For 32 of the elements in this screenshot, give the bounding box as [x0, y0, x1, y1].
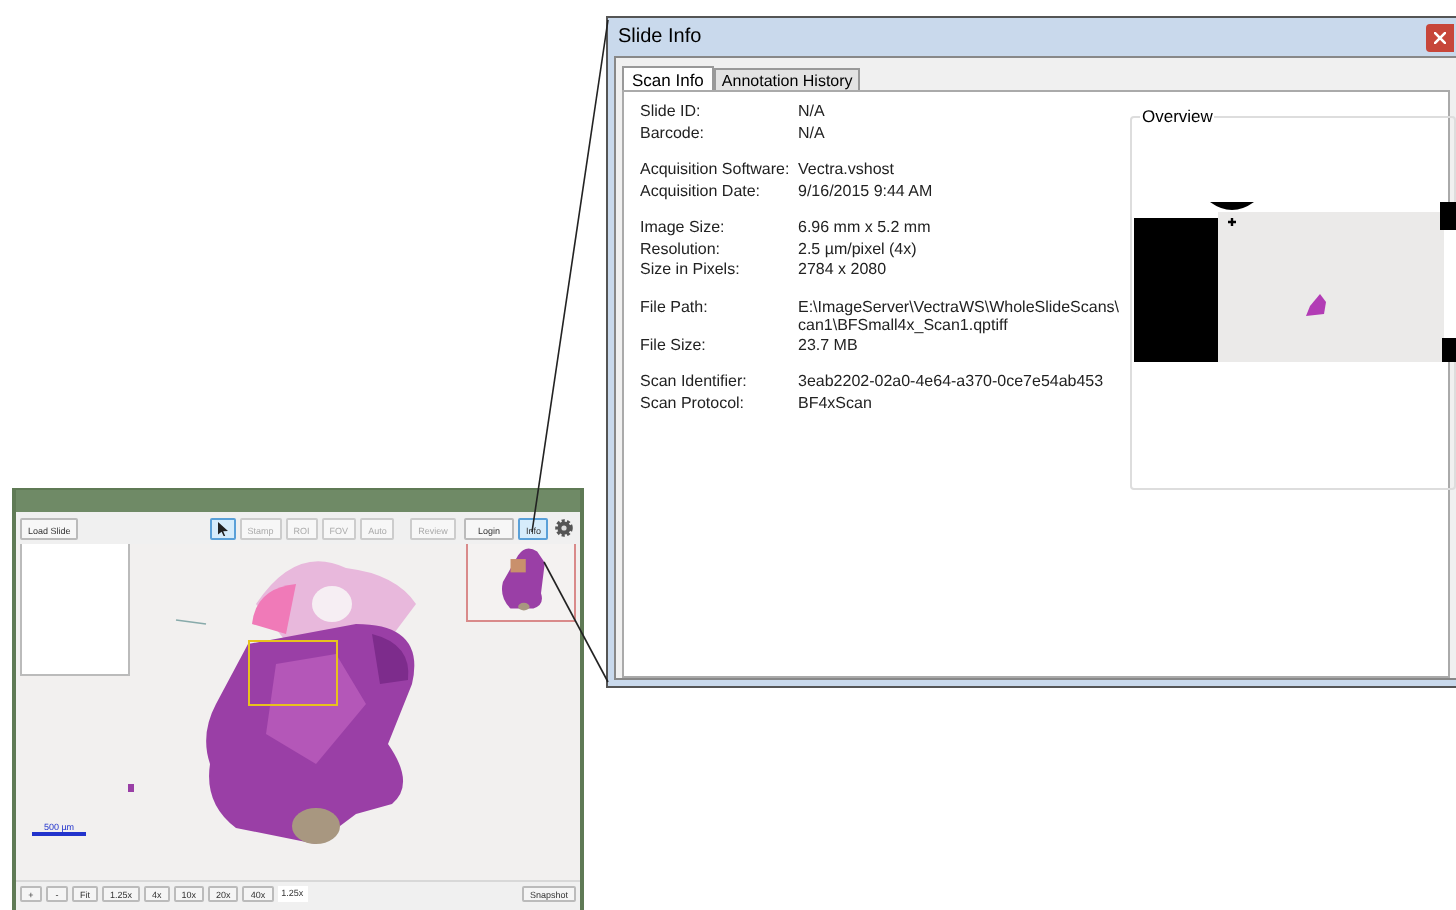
field-label: Size in Pixels:	[640, 260, 742, 281]
field-value: E:\ImageServer\VectraWS\WholeSlideScans\	[798, 297, 1120, 316]
field-label: File Path:	[640, 297, 710, 319]
close-button[interactable]	[1426, 23, 1454, 51]
field-value: 2784 x 2080	[798, 260, 887, 279]
field-value: can1\BFSmall4x_Scan1.qptiff	[798, 316, 1010, 335]
field-value: 6.96 mm x 5.2 mm	[798, 218, 931, 237]
field-value: BF4xScan	[798, 393, 872, 412]
field-label: Acquisition Software:	[640, 160, 792, 181]
field-value: Vectra.vshost	[798, 160, 895, 179]
group-title: Overview	[1140, 106, 1215, 128]
field-value: 3eab2202-02a0-4e64-a370-0ce7e54ab453	[798, 372, 1104, 391]
field-label: Resolution:	[640, 239, 723, 260]
field-value: 23.7 MB	[798, 335, 858, 354]
field-value: 9/16/2015 9:44 AM	[798, 181, 933, 200]
field-label: Barcode:	[640, 123, 707, 144]
tab[interactable]: Scan Info	[622, 66, 714, 92]
field-value: N/A	[798, 102, 825, 121]
field-label: Scan Identifier:	[640, 372, 749, 393]
close-icon	[1434, 31, 1446, 43]
settings-icon[interactable]	[554, 518, 575, 538]
field-label: Scan Protocol:	[640, 393, 747, 414]
window-title: Slide Info	[616, 24, 702, 52]
field-label: Acquisition Date:	[640, 181, 763, 202]
field-value: 2.5 µm/pixel (4x)	[798, 239, 917, 258]
field-value: N/A	[798, 123, 825, 142]
field-label: File Size:	[640, 335, 708, 356]
cursor-icon	[217, 521, 228, 535]
pointer-tool-button[interactable]	[209, 517, 236, 539]
field-label: Image Size:	[640, 218, 727, 239]
field-label: Slide ID:	[640, 102, 703, 123]
tab[interactable]: Annotation History	[713, 68, 861, 90]
